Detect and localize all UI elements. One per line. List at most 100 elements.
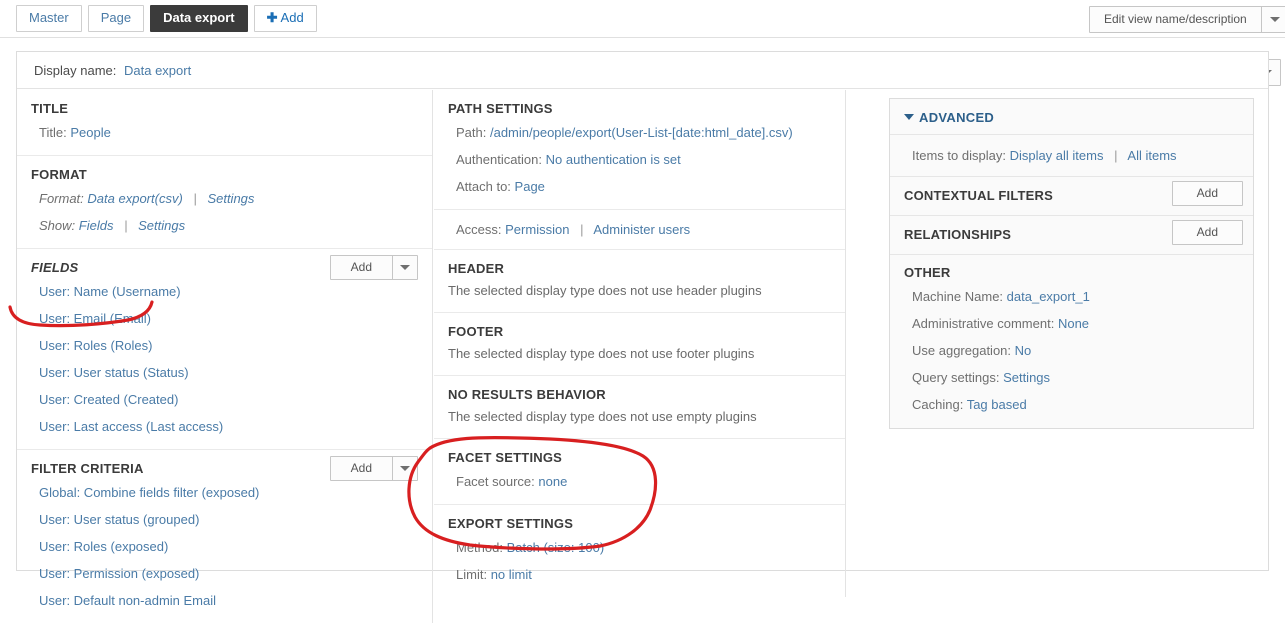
export-settings-section: EXPORT SETTINGS Method: Batch (size: 100…: [434, 505, 845, 597]
add-display-button[interactable]: ✚ Add: [253, 5, 317, 32]
path-value-link[interactable]: /admin/people/export(User-List-[date:htm…: [490, 125, 793, 140]
access-value-link[interactable]: Permission: [505, 222, 569, 237]
fields-add-dropdown-toggle[interactable]: [392, 256, 417, 279]
relationships-add-label[interactable]: Add: [1173, 221, 1242, 244]
access-section: Access: Permission | Administer users: [434, 210, 845, 250]
path-settings-heading: PATH SETTINGS: [448, 101, 553, 116]
chevron-down-icon: [400, 265, 410, 270]
list-item[interactable]: User: Last access (Last access): [17, 413, 432, 440]
relationships-add-button[interactable]: Add: [1171, 220, 1243, 245]
query-settings-row: Query settings: Settings: [890, 364, 1253, 391]
title-value-link[interactable]: People: [70, 125, 110, 140]
access-label: Access:: [456, 222, 502, 237]
access-row: Access: Permission | Administer users: [434, 216, 845, 243]
export-limit-value-link[interactable]: no limit: [491, 567, 532, 582]
attach-to-row: Attach to: Page: [434, 173, 845, 200]
tab-data-export[interactable]: Data export: [150, 5, 248, 32]
filter-item-link[interactable]: User: Roles (exposed): [39, 539, 168, 554]
field-item-link[interactable]: User: User status (Status): [39, 365, 189, 380]
caching-value-link[interactable]: Tag based: [967, 397, 1027, 412]
path-settings-section: PATH SETTINGS Path: /admin/people/export…: [434, 90, 845, 210]
filter-item-link[interactable]: User: User status (grouped): [39, 512, 199, 527]
export-method-row: Method: Batch (size: 100): [434, 534, 845, 561]
contextual-filters-add-button[interactable]: Add: [1171, 181, 1243, 206]
no-results-behavior-section: NO RESULTS BEHAVIOR The selected display…: [434, 376, 845, 439]
field-item-link[interactable]: User: Name (Username): [39, 284, 181, 299]
no-results-behavior-heading: NO RESULTS BEHAVIOR: [448, 387, 606, 402]
items-to-display-value-link[interactable]: Display all items: [1010, 148, 1104, 163]
attach-to-value-link[interactable]: Page: [515, 179, 545, 194]
access-detail-link[interactable]: Administer users: [593, 222, 690, 237]
field-item-link[interactable]: User: Roles (Roles): [39, 338, 152, 353]
show-value-link[interactable]: Fields: [79, 218, 114, 233]
administrative-comment-row: Administrative comment: None: [890, 310, 1253, 337]
use-aggregation-row: Use aggregation: No: [890, 337, 1253, 364]
fields-section: FIELDS Add User: Name (Username) User: E…: [17, 249, 432, 450]
filter-item-link[interactable]: User: Default non-admin Email: [39, 593, 216, 608]
filter-add-dropdown-toggle[interactable]: [392, 457, 417, 480]
filter-item-link[interactable]: User: Permission (exposed): [39, 566, 199, 581]
authentication-value-link[interactable]: No authentication is set: [546, 152, 681, 167]
footer-section: FOOTER The selected display type does no…: [434, 313, 845, 376]
list-item[interactable]: User: Default non-admin Email: [17, 587, 432, 614]
facet-settings-heading: FACET SETTINGS: [448, 450, 563, 465]
list-item[interactable]: User: User status (grouped): [17, 506, 432, 533]
filter-add-button[interactable]: Add: [329, 456, 418, 481]
header-section: HEADER The selected display type does no…: [434, 250, 845, 313]
machine-name-row: Machine Name: data_export_1: [890, 283, 1253, 310]
field-item-link[interactable]: User: Last access (Last access): [39, 419, 223, 434]
show-settings-link[interactable]: Settings: [138, 218, 185, 233]
export-method-label: Method:: [456, 540, 503, 555]
facet-source-value-link[interactable]: none: [538, 474, 567, 489]
field-item-link[interactable]: User: Created (Created): [39, 392, 178, 407]
title-row: Title: People: [17, 119, 432, 146]
left-settings-column: TITLE Title: People FORMAT Format: Data …: [17, 90, 433, 623]
format-settings-link[interactable]: Settings: [207, 191, 254, 206]
edit-view-dropdown-toggle[interactable]: [1260, 7, 1285, 32]
display-name-value[interactable]: Data export: [124, 63, 191, 78]
use-aggregation-value-link[interactable]: No: [1015, 343, 1032, 358]
list-item[interactable]: User: Email (Email): [17, 305, 432, 332]
advanced-panel-header[interactable]: ADVANCED: [890, 99, 1253, 134]
access-separator: |: [580, 222, 584, 237]
export-limit-row: Limit: no limit: [434, 561, 845, 588]
query-settings-value-link[interactable]: Settings: [1003, 370, 1050, 385]
list-item[interactable]: User: Name (Username): [17, 278, 432, 305]
tab-master[interactable]: Master: [16, 5, 82, 32]
edit-view-name-description-label[interactable]: Edit view name/description: [1090, 7, 1261, 32]
list-item[interactable]: User: Roles (Roles): [17, 332, 432, 359]
fields-add-label[interactable]: Add: [331, 256, 392, 279]
list-item[interactable]: User: Created (Created): [17, 386, 432, 413]
format-label: Format:: [39, 191, 84, 206]
display-name-label: Display name:: [34, 63, 117, 78]
field-item-link[interactable]: User: Email (Email): [39, 311, 151, 326]
list-item[interactable]: User: Roles (exposed): [17, 533, 432, 560]
format-section-heading: FORMAT: [31, 167, 87, 182]
filter-criteria-section: FILTER CRITERIA Add Global: Combine fiel…: [17, 450, 432, 623]
advanced-panel-heading[interactable]: ADVANCED: [919, 110, 994, 125]
advanced-panel: ADVANCED Items to display: Display all i…: [889, 98, 1254, 429]
items-to-display-section: Items to display: Display all items | Al…: [890, 134, 1253, 177]
items-to-display-detail-link[interactable]: All items: [1127, 148, 1176, 163]
list-item[interactable]: User: Permission (exposed): [17, 560, 432, 587]
fields-add-button[interactable]: Add: [329, 255, 418, 280]
export-method-value-link[interactable]: Batch (size: 100): [507, 540, 605, 555]
edit-view-name-description-button[interactable]: Edit view name/description: [1089, 6, 1285, 33]
machine-name-value-link[interactable]: data_export_1: [1007, 289, 1090, 304]
display-name-row: Display name: Data export: [34, 63, 191, 78]
administrative-comment-value-link[interactable]: None: [1058, 316, 1089, 331]
use-aggregation-label: Use aggregation:: [912, 343, 1012, 358]
contextual-filters-section: CONTEXTUAL FILTERS Add: [890, 177, 1253, 216]
filter-add-label[interactable]: Add: [331, 457, 392, 480]
list-item[interactable]: User: User status (Status): [17, 359, 432, 386]
title-label: Title:: [39, 125, 67, 140]
contextual-filters-add-label[interactable]: Add: [1173, 182, 1242, 205]
tab-page[interactable]: Page: [87, 5, 145, 32]
filter-item-link[interactable]: Global: Combine fields filter (exposed): [39, 485, 259, 500]
format-row: Format: Data export(csv) | Settings: [17, 185, 432, 212]
format-value-link[interactable]: Data export(csv): [87, 191, 182, 206]
list-item[interactable]: Global: Combine fields filter (exposed): [17, 479, 432, 506]
no-results-behavior-note: The selected display type does not use e…: [448, 409, 757, 424]
items-to-display-label: Items to display:: [912, 148, 1006, 163]
format-separator: |: [193, 191, 197, 206]
